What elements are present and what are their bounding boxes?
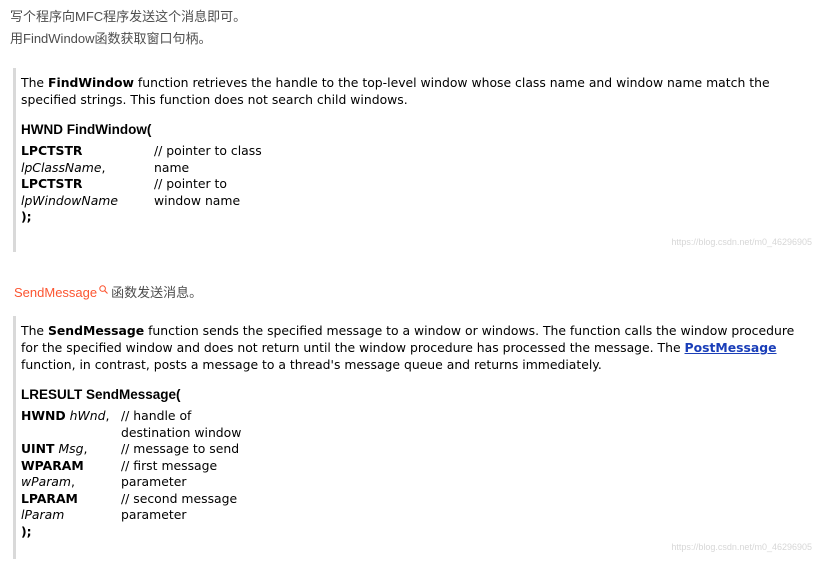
- sendmessage-name: SendMessage: [47, 323, 145, 338]
- findwindow-description: The FindWindow function retrieves the ha…: [21, 75, 770, 107]
- sendmessage-keyword-link[interactable]: SendMessage: [14, 285, 97, 300]
- param-name: Msg: [58, 441, 84, 456]
- findwindow-signature: HWND FindWindow(: [21, 122, 152, 137]
- param-comment-cont: window name: [154, 192, 241, 208]
- findwindow-name: FindWindow: [47, 75, 134, 90]
- param-comment: // second message: [121, 490, 238, 506]
- watermark: https://blog.csdn.net/m0_46296905: [671, 237, 812, 247]
- param-type: UINT: [21, 441, 55, 456]
- param-name: lpClassName: [21, 159, 102, 175]
- findwindow-quote: The FindWindow function retrieves the ha…: [13, 68, 808, 252]
- param-row: LPCTSTR lpWindowName // pointer to window …: [21, 176, 262, 209]
- param-comment: // first message: [121, 457, 218, 473]
- sendmessage-signature: LRESULT SendMessage(: [21, 387, 181, 402]
- param-comment-cont: parameter: [121, 507, 187, 522]
- param-type: LPARAM: [21, 490, 78, 506]
- intro-line-1: 写个程序向MFC程序发送这个消息即可。: [10, 9, 247, 24]
- param-type: WPARAM: [21, 457, 84, 473]
- postmessage-link[interactable]: PostMessage: [685, 340, 777, 355]
- sendmessage-params-table: HWND hWnd, // handle of destination windo…: [21, 408, 241, 524]
- param-name: wParam: [21, 474, 71, 489]
- param-comment: // handle of: [121, 408, 192, 423]
- param-comment: // pointer to class: [154, 143, 262, 158]
- param-comment-cont: parameter: [121, 474, 187, 489]
- sendmessage-close: );: [21, 523, 32, 539]
- param-row: HWND hWnd, // handle of destination windo…: [21, 408, 242, 440]
- param-name: lpWindowName: [21, 192, 118, 208]
- search-icon[interactable]: [99, 285, 109, 294]
- param-type: LPCTSTR: [21, 176, 83, 191]
- param-row: LPARAM lParam // second message parameter: [21, 491, 241, 524]
- param-name: hWnd: [69, 408, 106, 423]
- param-row: UINT Msg, // message to send: [21, 441, 241, 458]
- param-comment-cont: name: [154, 159, 190, 175]
- param-row: LPCTSTR lpClassName, // pointer to class n…: [21, 143, 262, 175]
- intro-line-2: 用FindWindow函数获取窗口句柄。: [10, 31, 212, 46]
- param-name: lParam: [21, 507, 65, 522]
- findwindow-params-table: LPCTSTR lpClassName, // pointer to class n…: [21, 143, 262, 209]
- param-comment: // pointer to: [154, 176, 227, 191]
- watermark: https://blog.csdn.net/m0_46296905: [671, 542, 812, 552]
- sendmessage-quote: The SendMessage function sends the speci…: [13, 316, 808, 559]
- param-row: WPARAM wParam, // first message parameter: [21, 458, 241, 491]
- sendmessage-line: SendMessage 函数发送消息。: [14, 285, 203, 300]
- param-comment: // message to send: [121, 441, 240, 456]
- param-comment-cont: destination window: [121, 424, 242, 440]
- sendmessage-description: The SendMessage function sends the speci…: [21, 323, 795, 372]
- findwindow-close: );: [21, 209, 32, 224]
- param-type: HWND: [21, 408, 66, 423]
- param-type: LPCTSTR: [21, 143, 83, 158]
